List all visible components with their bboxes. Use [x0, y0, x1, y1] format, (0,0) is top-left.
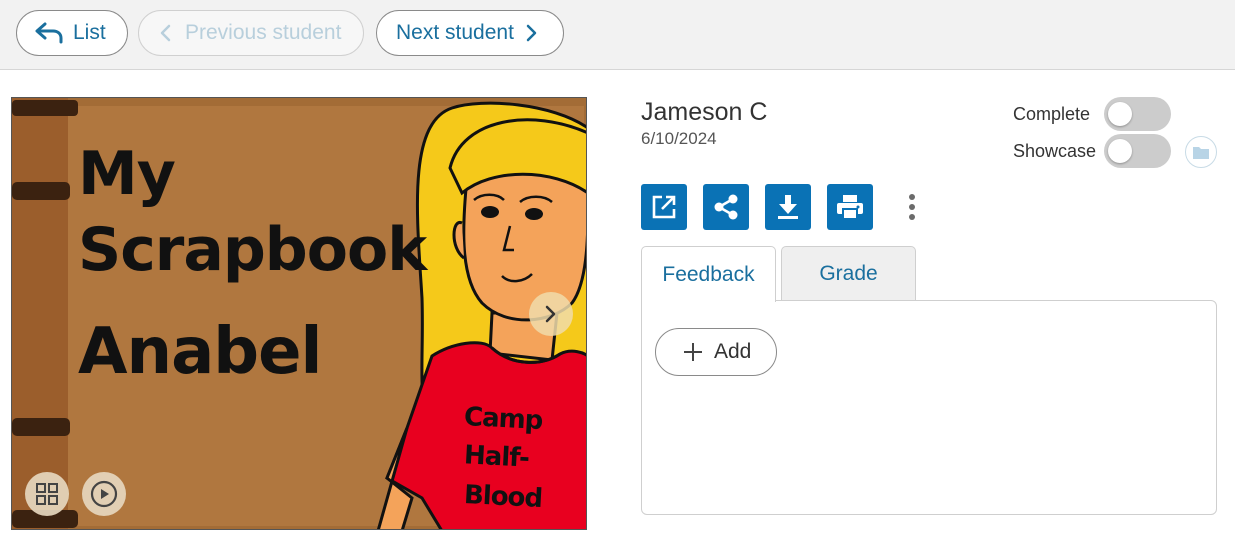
open-external-icon: [652, 195, 676, 219]
slide-title-line: My: [78, 139, 176, 209]
play-slideshow-button[interactable]: [82, 472, 126, 516]
shirt-text-line: Half-: [463, 440, 530, 474]
list-button[interactable]: List: [16, 10, 128, 56]
shirt-text-line: Blood: [463, 479, 543, 515]
showcase-folder-button[interactable]: [1185, 136, 1217, 168]
return-arrow-icon: [35, 22, 63, 44]
toggle-knob: [1108, 102, 1132, 126]
slide-title-line: Anabel: [78, 315, 322, 389]
slide-title-line: Scrapbook: [78, 215, 427, 285]
grid-view-button[interactable]: [25, 472, 69, 516]
more-vertical-icon-dot: [909, 214, 915, 220]
list-button-label: List: [73, 21, 106, 44]
share-button[interactable]: [703, 184, 749, 230]
print-icon: [837, 195, 863, 220]
showcase-toggle[interactable]: [1104, 134, 1171, 168]
showcase-label: Showcase: [1013, 141, 1097, 161]
chevron-right-icon: [545, 305, 556, 323]
tab-feedback[interactable]: Feedback: [641, 246, 776, 302]
download-icon: [778, 195, 798, 219]
download-button[interactable]: [765, 184, 811, 230]
previous-student-label: Previous student: [185, 21, 342, 44]
plus-icon: [684, 343, 702, 361]
chevron-left-icon: [160, 24, 171, 42]
next-student-button[interactable]: Next student: [376, 10, 564, 56]
toggle-knob: [1108, 139, 1132, 163]
shirt-text-line: Camp: [463, 401, 544, 437]
folder-icon: [1193, 146, 1209, 159]
play-circle-icon: [90, 480, 118, 508]
top-nav-bar: List Previous student Next student: [0, 0, 1235, 70]
next-student-label: Next student: [396, 21, 514, 44]
slide-next-button[interactable]: [529, 292, 573, 336]
student-name: Jameson C: [641, 98, 768, 126]
submission-date: 6/10/2024: [641, 129, 717, 148]
previous-student-button[interactable]: Previous student: [138, 10, 364, 56]
complete-toggle[interactable]: [1104, 97, 1171, 131]
complete-label: Complete: [1013, 104, 1091, 124]
add-feedback-button[interactable]: Add: [655, 328, 777, 376]
print-button[interactable]: [827, 184, 873, 230]
more-vertical-icon-dot: [909, 194, 915, 200]
tab-grade[interactable]: Grade: [781, 246, 916, 301]
chevron-right-icon: [526, 24, 537, 42]
open-external-button[interactable]: [641, 184, 687, 230]
more-vertical-icon-dot: [909, 204, 915, 210]
grid-view-icon: [36, 483, 58, 505]
slide-viewer: My Scrapbook Anabel Camp Half- Blood: [11, 97, 587, 530]
more-options-button[interactable]: [898, 190, 926, 224]
share-icon: [714, 194, 738, 220]
add-feedback-label: Add: [714, 340, 752, 363]
